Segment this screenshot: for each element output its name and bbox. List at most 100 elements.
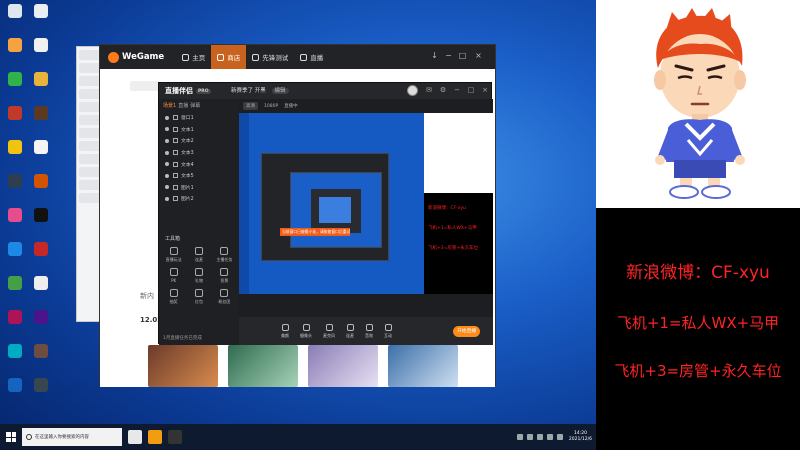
game-thumbnail[interactable] — [308, 345, 378, 387]
source-item[interactable]: 图片1 — [159, 182, 239, 194]
settings-icon[interactable]: ⚙ — [439, 86, 447, 94]
tool-item[interactable]: 投票 — [212, 268, 237, 284]
source-item[interactable]: 文本1 — [159, 124, 239, 136]
desktop-icon[interactable] — [2, 2, 28, 34]
game-thumbnail[interactable] — [148, 345, 218, 387]
tool-item[interactable]: 抽奖 — [161, 289, 186, 305]
taskbar-clock[interactable]: 14:20 2021/12/6 — [569, 431, 592, 443]
eye-icon[interactable] — [165, 127, 169, 132]
desktop-icon[interactable] — [2, 342, 28, 374]
microphone-button[interactable]: 麦克风 — [323, 323, 335, 339]
tab-scene[interactable]: 场景1 — [163, 102, 176, 109]
desktop-icon[interactable] — [28, 36, 54, 68]
tool-item[interactable]: PK — [161, 268, 186, 284]
source-item[interactable]: 文本2 — [159, 135, 239, 147]
interaction-button[interactable]: 互动 — [384, 323, 392, 339]
wegame-tab-live[interactable]: 直播 — [294, 45, 329, 69]
windows-icon — [6, 432, 16, 442]
tool-item[interactable]: 礼物 — [186, 268, 211, 284]
gift-icon — [194, 268, 203, 276]
image-icon — [173, 196, 178, 202]
desktop-icon[interactable] — [2, 240, 28, 272]
download-icon[interactable]: ↓ — [430, 51, 439, 60]
eye-icon[interactable] — [165, 162, 169, 167]
tool-item[interactable]: 连麦 — [186, 247, 211, 263]
source-item[interactable]: 窗口1 — [159, 112, 239, 124]
taskbar-app[interactable] — [148, 430, 162, 444]
link-icon — [346, 323, 354, 331]
tool-item[interactable]: 直播玩法 — [161, 247, 186, 263]
tab-live[interactable]: 直播 — [178, 102, 188, 109]
camera-button[interactable]: 摄像头 — [300, 323, 312, 339]
desktop-icon[interactable] — [2, 376, 28, 408]
start-button[interactable] — [0, 424, 22, 450]
desktop-icon[interactable] — [28, 104, 54, 136]
tray-icon[interactable] — [516, 434, 523, 440]
desktop-icon[interactable] — [28, 2, 54, 34]
taskbar-app[interactable] — [168, 430, 182, 444]
maximize-icon[interactable]: □ — [467, 86, 475, 94]
tool-item[interactable]: 红包 — [186, 289, 211, 305]
minimize-icon[interactable]: − — [453, 86, 461, 94]
eye-icon[interactable] — [165, 115, 169, 120]
eye-icon[interactable] — [165, 150, 169, 155]
desktop-icon[interactable] — [28, 206, 54, 238]
live-streaming-window[interactable]: 直播伴侣 PRO 新赛季了 开黑 编辑 ✉ ⚙ − □ × 场景1 直播 弹幕 … — [158, 82, 493, 345]
start-live-button[interactable]: 开始直播 — [453, 326, 481, 337]
close-icon[interactable]: × — [481, 86, 489, 94]
tray-icon[interactable] — [546, 434, 553, 440]
taskbar-app[interactable] — [128, 430, 142, 444]
preview-overlay-panel: 新浪微博：CF-xyu 飞机+1=私人WX+马甲 飞机+3=房管+永久车位 — [424, 113, 493, 294]
desktop-icon[interactable] — [2, 308, 28, 340]
avatar[interactable] — [407, 85, 418, 96]
maximize-icon[interactable]: □ — [458, 51, 467, 60]
game-thumbnail[interactable] — [388, 345, 458, 387]
wegame-tab-test[interactable]: 先锋测试 — [246, 45, 294, 69]
desktop-icon[interactable] — [2, 36, 28, 68]
desktop-icon[interactable] — [2, 70, 28, 102]
eye-icon[interactable] — [165, 138, 169, 143]
mail-icon[interactable]: ✉ — [425, 86, 433, 94]
desktop-icon[interactable] — [2, 206, 28, 238]
source-item[interactable]: 文本3 — [159, 147, 239, 159]
wegame-tab-store[interactable]: 商店 — [211, 45, 247, 69]
minimize-icon[interactable]: − — [444, 51, 453, 60]
desktop-icon[interactable] — [2, 138, 28, 170]
tab-danmaku[interactable]: 弹幕 — [190, 102, 200, 109]
tool-item[interactable]: 粉丝团 — [212, 289, 237, 305]
eye-icon[interactable] — [165, 185, 169, 190]
edit-title-button[interactable]: 编辑 — [271, 88, 289, 94]
desktop-icon[interactable] — [2, 274, 28, 306]
desktop-icon[interactable] — [28, 274, 54, 306]
desktop-icon[interactable] — [28, 138, 54, 170]
wegame-tab-home[interactable]: 主页 — [176, 45, 211, 69]
source-item[interactable]: 图片2 — [159, 193, 239, 205]
desktop-icon[interactable] — [2, 104, 28, 136]
tray-icon[interactable] — [526, 434, 533, 440]
tool-item[interactable]: 主播任务 — [212, 247, 237, 263]
live-room-title[interactable]: 新赛季了 开黑 编辑 — [231, 86, 289, 94]
sound-effect-button[interactable]: 音效 — [365, 323, 373, 339]
source-item[interactable]: 文本4 — [159, 158, 239, 170]
wegame-logo[interactable]: WeGame — [108, 51, 164, 63]
beauty-button[interactable]: 美颜 — [281, 323, 289, 339]
desktop-icon[interactable] — [28, 172, 54, 204]
desktop-icon[interactable] — [28, 240, 54, 272]
preview-red-text: 新浪微博：CF-xyu — [428, 206, 467, 211]
quality-select[interactable]: 高清 — [243, 102, 258, 110]
desktop-icon[interactable] — [28, 308, 54, 340]
desktop-icon[interactable] — [28, 70, 54, 102]
desktop-icon[interactable] — [2, 172, 28, 204]
taskbar-search-input[interactable]: 在这里输入你要搜索的内容 — [22, 428, 122, 446]
tray-icon[interactable] — [556, 434, 563, 440]
eye-icon[interactable] — [165, 196, 169, 201]
preview-red-text: 飞机+3=房管+永久车位 — [428, 246, 479, 251]
game-thumbnail[interactable] — [228, 345, 298, 387]
desktop-icon[interactable] — [28, 342, 54, 374]
tray-icon[interactable] — [536, 434, 543, 440]
source-item[interactable]: 文本5 — [159, 170, 239, 182]
co-host-button[interactable]: 连麦 — [346, 323, 354, 339]
eye-icon[interactable] — [165, 173, 169, 178]
desktop-icon[interactable] — [28, 376, 54, 408]
close-icon[interactable]: × — [474, 51, 483, 60]
